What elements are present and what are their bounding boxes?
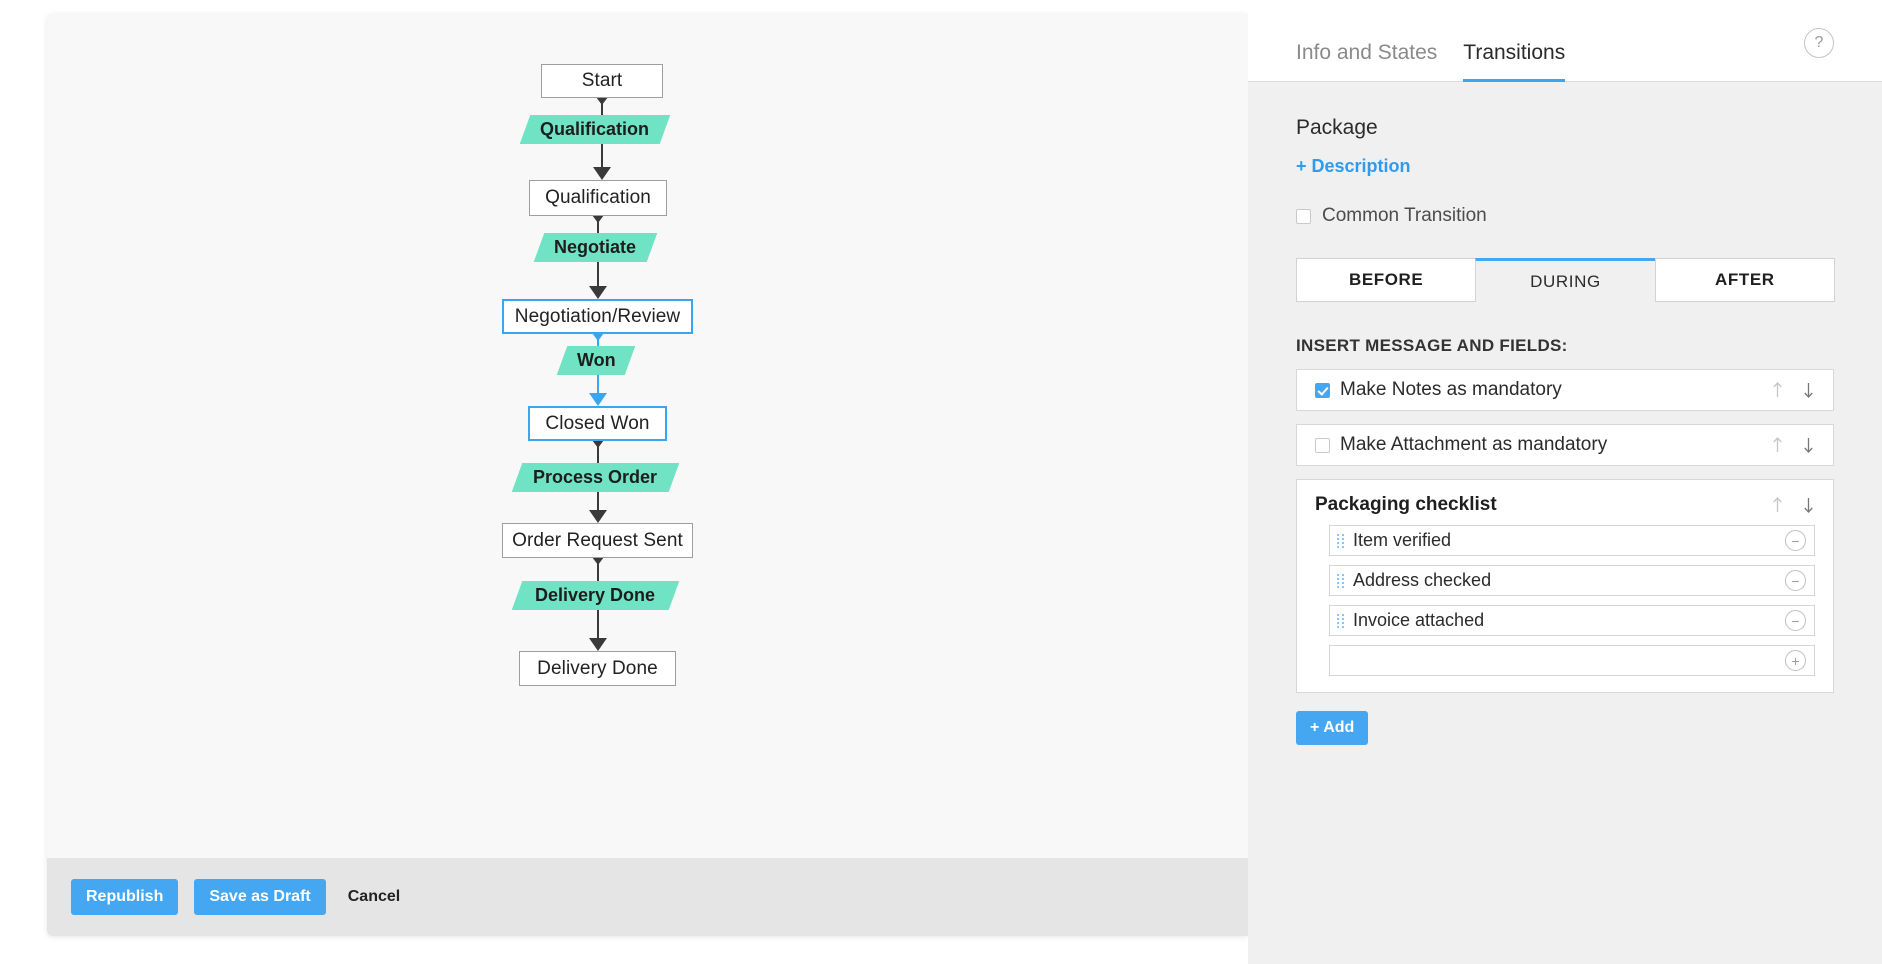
state-node-3[interactable]: Closed Won xyxy=(528,406,667,441)
add-button[interactable]: + Add xyxy=(1296,711,1369,745)
checklist-item[interactable]: Invoice attached − xyxy=(1329,605,1815,636)
move-down-icon[interactable] xyxy=(1802,436,1815,454)
panel-body: Package + Description Common Transition … xyxy=(1248,82,1882,745)
tab-before[interactable]: BEFORE xyxy=(1296,258,1477,302)
move-up-icon[interactable] xyxy=(1771,381,1784,399)
state-node-5[interactable]: Delivery Done xyxy=(519,651,676,686)
connector-line xyxy=(596,610,599,641)
move-down-icon[interactable] xyxy=(1802,381,1815,399)
flowchart: Qualification Negotiate Won Process Order De… xyxy=(47,14,1248,858)
transition-label-2[interactable]: Won xyxy=(556,346,636,375)
transition-label-text: Negotiate xyxy=(554,237,637,257)
tab-during[interactable]: DURING xyxy=(1475,258,1656,302)
panel-header: Info and States Transitions ? xyxy=(1248,0,1882,82)
common-transition-label: Common Transition xyxy=(1322,205,1487,226)
transition-label-3[interactable]: Process Order xyxy=(511,463,680,492)
state-node-1[interactable]: Qualification xyxy=(529,180,667,216)
move-up-icon[interactable] xyxy=(1771,496,1784,514)
workflow-builder-screen: Qualification Negotiate Won Process Order De… xyxy=(0,0,1882,964)
drag-handle-icon[interactable] xyxy=(1337,574,1346,588)
connector-arrow-small xyxy=(592,215,604,223)
canvas-action-bar: Republish Save as Draft Cancel xyxy=(47,858,1248,936)
connector-arrow xyxy=(588,638,607,651)
field-row-make-attachment[interactable]: Make Attachment as mandatory xyxy=(1296,424,1834,466)
tab-transitions[interactable]: Transitions xyxy=(1463,41,1566,82)
transition-label-text: Delivery Done xyxy=(535,585,656,605)
reorder-controls xyxy=(1757,496,1815,514)
connector-line xyxy=(597,262,599,289)
tab-info-and-states[interactable]: Info and States xyxy=(1296,41,1437,82)
transition-label-text: Qualification xyxy=(540,119,650,139)
drag-handle-icon[interactable] xyxy=(1337,614,1346,628)
make-notes-checkbox[interactable] xyxy=(1315,382,1330,398)
field-row-main: Make Attachment as mandatory xyxy=(1315,434,1757,456)
add-description-link[interactable]: + Description xyxy=(1296,156,1411,177)
save-as-draft-button[interactable]: Save as Draft xyxy=(194,879,326,915)
flowchart-canvas-card: Qualification Negotiate Won Process Order De… xyxy=(47,14,1248,936)
reorder-controls xyxy=(1757,436,1815,454)
cancel-button[interactable]: Cancel xyxy=(342,878,406,916)
make-attachment-checkbox[interactable] xyxy=(1315,437,1330,453)
republish-button[interactable]: Republish xyxy=(71,879,179,915)
field-label: Make Notes as mandatory xyxy=(1340,379,1562,400)
remove-item-icon[interactable]: − xyxy=(1785,610,1806,631)
transition-label-text: Process Order xyxy=(533,467,658,487)
checklist-new-item-row[interactable]: + xyxy=(1329,645,1815,676)
transition-label-1[interactable]: Negotiate xyxy=(533,233,658,262)
transition-label-0[interactable]: Qualification xyxy=(519,115,671,144)
drag-handle-icon[interactable] xyxy=(1337,534,1346,548)
common-transition-row: Common Transition xyxy=(1296,205,1834,227)
remove-item-icon[interactable]: − xyxy=(1785,570,1806,591)
connector-arrow xyxy=(588,510,607,523)
field-row-main: Make Notes as mandatory xyxy=(1315,379,1757,401)
connector-arrow-small xyxy=(596,97,608,105)
checklist-item[interactable]: Item verified − xyxy=(1329,525,1815,556)
state-node-0[interactable]: Start xyxy=(541,64,663,98)
transition-label-4[interactable]: Delivery Done xyxy=(511,581,680,610)
connector-arrow xyxy=(593,167,611,180)
common-transition-checkbox[interactable] xyxy=(1296,208,1311,224)
help-icon[interactable]: ? xyxy=(1804,28,1834,58)
stage-tab-group: BEFORE DURING AFTER xyxy=(1296,258,1835,302)
state-node-4[interactable]: Order Request Sent xyxy=(502,523,693,558)
connector-arrow xyxy=(589,286,607,299)
connector-arrow-small xyxy=(591,333,604,341)
checklist-item-label[interactable]: Address checked xyxy=(1353,570,1785,591)
tab-after[interactable]: AFTER xyxy=(1654,258,1835,302)
connector-arrow-small xyxy=(591,557,604,565)
transition-label-text: Won xyxy=(576,350,616,370)
move-up-icon[interactable] xyxy=(1771,436,1784,454)
checklist-header: Packaging checklist xyxy=(1315,494,1815,516)
connector-arrow-small xyxy=(591,440,604,448)
connector-arrow xyxy=(588,393,607,406)
insert-message-section-title: INSERT MESSAGE AND FIELDS: xyxy=(1296,336,1568,355)
reorder-controls xyxy=(1757,381,1815,399)
checklist-item-label[interactable]: Invoice attached xyxy=(1353,610,1785,631)
transition-name: Package xyxy=(1296,116,1378,139)
panel-tab-bar: Info and States Transitions xyxy=(1296,0,1882,82)
checklist-card: Packaging checklist Item verified − Addr… xyxy=(1296,479,1834,693)
transitions-panel: Info and States Transitions ? Package + … xyxy=(1248,0,1882,964)
state-node-2[interactable]: Negotiation/Review xyxy=(502,299,693,334)
checklist-title: Packaging checklist xyxy=(1315,494,1497,515)
field-label: Make Attachment as mandatory xyxy=(1340,434,1608,455)
flowchart-scroll-area[interactable]: Qualification Negotiate Won Process Order De… xyxy=(47,14,1248,858)
remove-item-icon[interactable]: − xyxy=(1785,530,1806,551)
add-item-icon[interactable]: + xyxy=(1785,650,1806,671)
move-down-icon[interactable] xyxy=(1802,496,1815,514)
field-row-make-notes[interactable]: Make Notes as mandatory xyxy=(1296,369,1834,411)
checklist-item-label[interactable]: Item verified xyxy=(1353,530,1785,551)
checklist-item[interactable]: Address checked − xyxy=(1329,565,1815,596)
